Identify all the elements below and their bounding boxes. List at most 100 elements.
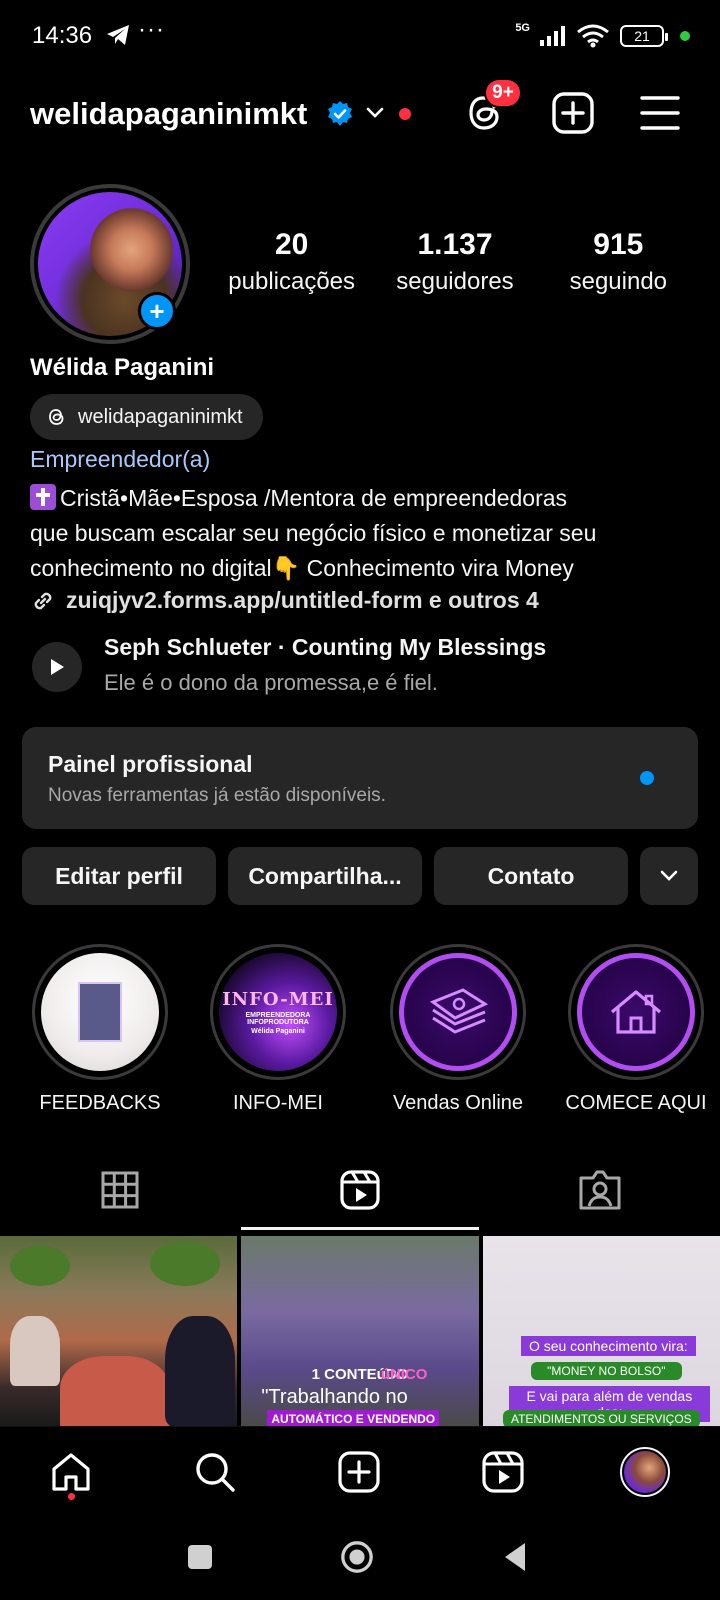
reel-thumbnail-3[interactable]: O seu conhecimento vira: "MONEY NO BOLSO… (482, 1236, 720, 1426)
battery-indicator: 21 (620, 25, 668, 47)
search-icon (196, 1453, 235, 1492)
telegram-icon (107, 25, 129, 45)
highlight-cover: INFO-MEI EMPREENDEDORA INFOPRODUTORA Wél… (219, 953, 337, 1071)
back-button[interactable] (498, 1540, 532, 1574)
bottom-navigation (0, 1426, 720, 1514)
highlight-comece-aqui[interactable]: COMECE AQUI (556, 944, 716, 1115)
music-title: Seph Schlueter · Counting My Blessings (104, 634, 547, 660)
poster-image (78, 982, 122, 1042)
following-label: seguindo (569, 268, 668, 295)
pro-panel-subtitle: Novas ferramentas já estão disponíveis. (48, 785, 386, 806)
reels-grid: 1 úNICO CONTEúDO "Trabalhando no AUTOMÁT… (0, 1236, 720, 1426)
highlight-info-mei[interactable]: INFO-MEI EMPREENDEDORA INFOPRODUTORA Wél… (198, 944, 358, 1115)
home-icon (52, 1453, 90, 1491)
profile-category: Empreendedor(a) (30, 446, 211, 472)
followers-count: 1.137 (417, 228, 493, 261)
menu-icon[interactable] (640, 94, 680, 132)
circle-home-icon (341, 1541, 373, 1573)
house-icon (610, 990, 662, 1034)
share-profile-button[interactable]: Compartilha... (228, 847, 422, 905)
highlight-feedbacks[interactable]: FEEDBACKS (20, 944, 180, 1115)
profile-link[interactable]: zuiqjyv2.forms.app/untitled-form e outro… (30, 587, 539, 614)
contact-button[interactable]: Contato (434, 847, 628, 905)
reel-thumbnail-1[interactable] (0, 1236, 238, 1426)
followers-stat[interactable]: 1.137 seguidores (375, 228, 535, 296)
active-tab-indicator (241, 1227, 479, 1230)
posts-stat[interactable]: 20 publicações (212, 228, 372, 296)
profile-stats: 20 publicações 1.137 seguidores 915 segu… (210, 228, 700, 296)
following-count: 915 (593, 228, 644, 261)
highlight-cover (577, 953, 695, 1071)
link-icon (34, 592, 52, 609)
nav-profile[interactable] (620, 1447, 670, 1497)
network-type: 5G (515, 22, 530, 34)
tab-reels[interactable] (240, 1150, 480, 1230)
threads-profile-chip[interactable]: welidapaganinimkt (30, 394, 263, 440)
account-notification-dot (399, 108, 411, 120)
following-stat[interactable]: 915 seguindo (538, 228, 698, 296)
highlight-label: Vendas Online (392, 1092, 524, 1114)
suggested-accounts-button[interactable] (640, 847, 698, 905)
grid-icon (101, 1171, 139, 1209)
latin-cross-icon (30, 484, 56, 510)
account-switcher-username[interactable]: welidapaganinimkt (30, 96, 307, 132)
bio-line-3: conhecimento no digital👇 Conhecimento vi… (30, 555, 574, 581)
profile-avatar-small (620, 1447, 670, 1497)
tagged-person-icon (579, 1170, 621, 1210)
recents-button[interactable] (183, 1540, 217, 1574)
profile-bio: Cristã•Mãe•Esposa /Mentora de empreended… (30, 481, 700, 586)
battery-level: 21 (634, 28, 650, 44)
wifi-icon (577, 24, 609, 48)
professional-dashboard-card[interactable]: Painel profissional Novas ferramentas já… (22, 727, 698, 829)
home-system-button[interactable] (340, 1540, 374, 1574)
nav-home[interactable] (46, 1447, 96, 1497)
chevron-down-icon (660, 870, 678, 881)
chevron-down-icon[interactable] (364, 102, 386, 124)
tab-tagged[interactable] (480, 1150, 720, 1230)
nav-search[interactable] (190, 1447, 240, 1497)
profile-full-name: Wélida Paganini (30, 354, 215, 381)
edit-profile-button[interactable]: Editar perfil (22, 847, 216, 905)
followers-label: seguidores (396, 268, 514, 295)
profile-actions: Editar perfil Compartilha... Contato (22, 847, 698, 905)
story-highlights: FEEDBACKS INFO-MEI EMPREENDEDORA INFOPRO… (0, 944, 720, 1114)
reel-3-caption-1: O seu conhecimento vira: (520, 1336, 696, 1356)
status-bar: 14:36 ··· 5G 21 (0, 0, 720, 72)
reel-3-caption-4: ATENDIMENTOS OU SERVIÇOS (502, 1410, 700, 1426)
nav-reels[interactable] (478, 1447, 528, 1497)
status-right: 5G 21 (515, 22, 690, 50)
status-time: 14:36 (32, 22, 93, 49)
posts-count: 20 (274, 228, 309, 261)
cover-text: EMPREENDEDORA INFOPRODUTORA (245, 1012, 311, 1026)
profile-content-tabs (0, 1150, 720, 1230)
verified-badge-icon (328, 101, 352, 126)
add-story-plus-icon[interactable]: + (138, 292, 176, 330)
highlight-label: COMECE AQUI (565, 1092, 707, 1114)
profile-music[interactable]: Seph Schlueter · Counting My Blessings E… (32, 632, 692, 702)
nav-create[interactable] (334, 1447, 384, 1497)
reel-2-caption-3: AUTOMÁTICO E VENDENDO (267, 1410, 440, 1426)
threads-handle: welidapaganinimkt (78, 405, 243, 428)
privacy-indicator-dot (680, 31, 690, 41)
highlight-cover (41, 953, 159, 1071)
reel-thumbnail-2[interactable]: 1 úNICO CONTEúDO "Trabalhando no AUTOMÁT… (241, 1236, 479, 1426)
reel-2-caption-2: "Trabalhando no (261, 1386, 408, 1408)
create-icon (338, 1451, 380, 1493)
highlight-vendas-online[interactable]: Vendas Online (378, 944, 538, 1115)
play-icon[interactable] (32, 642, 82, 692)
cover-title: INFO-MEI (222, 989, 334, 1010)
highlight-label: FEEDBACKS (39, 1092, 161, 1114)
home-notification-dot (68, 1493, 75, 1500)
threads-small-icon (49, 409, 64, 425)
square-icon (188, 1545, 212, 1569)
more-notifications-icon: ··· (138, 16, 165, 43)
profile-link-text: zuiqjyv2.forms.app/untitled-form e outro… (66, 587, 539, 613)
tab-posts-grid[interactable] (0, 1150, 240, 1230)
signal-icon (540, 26, 565, 46)
bio-line-1: Cristã•Mãe•Esposa /Mentora de empreended… (30, 481, 700, 516)
threads-notification-badge: 9+ (484, 78, 522, 108)
highlight-label: INFO-MEI (233, 1092, 323, 1114)
reel-3-caption-2: "MONEY NO BOLSO" (530, 1362, 682, 1380)
create-post-icon[interactable] (552, 92, 594, 134)
reels-icon (340, 1170, 380, 1210)
